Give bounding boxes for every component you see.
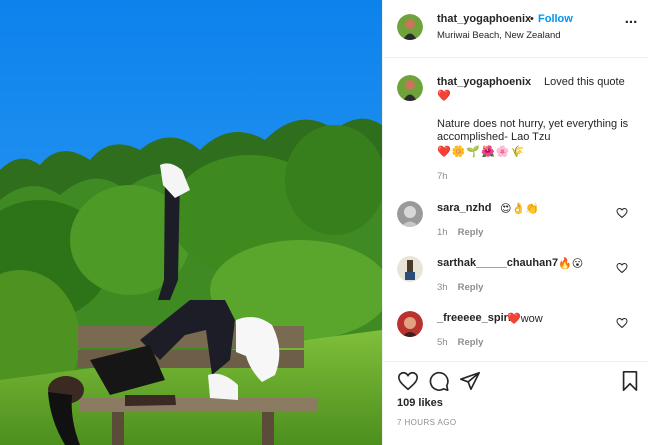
comment-text: 😍👌👏: [500, 203, 539, 215]
bookmark-icon[interactable]: [619, 370, 641, 392]
comment-time[interactable]: 3h: [437, 282, 448, 293]
reply-button[interactable]: Reply: [458, 282, 484, 293]
comment-time[interactable]: 5h: [437, 337, 448, 348]
post-header: that_yogaphoenix • Follow Muriwai Beach,…: [383, 0, 648, 58]
post-photo[interactable]: [0, 0, 382, 445]
comment-like-heart-icon[interactable]: [616, 317, 628, 329]
yoga-photo-image: [0, 0, 382, 445]
comment-username[interactable]: sara_nzhd: [437, 202, 491, 214]
comment-like-heart-icon[interactable]: [616, 262, 628, 274]
comment-username[interactable]: _freeeee_spirit: [437, 312, 515, 324]
more-options-icon[interactable]: ...: [623, 11, 639, 30]
comment-text: ❤️wow: [507, 313, 543, 325]
caption-quote-text: Nature does not hurry, yet everything is…: [437, 118, 629, 143]
caption-emojis: ❤️🌼🌱🌺🌸🌾: [437, 146, 526, 158]
caption-heart-emoji: ❤️: [437, 90, 451, 102]
caption-author-avatar[interactable]: [397, 75, 423, 101]
post-timestamp[interactable]: 7 HOURS AGO: [397, 418, 457, 427]
comment-meta: 1h Reply: [437, 227, 483, 238]
comment-text: 🔥😮: [558, 258, 584, 270]
follow-button[interactable]: Follow: [538, 13, 573, 25]
reply-button[interactable]: Reply: [458, 337, 484, 348]
comment-icon[interactable]: [428, 370, 450, 392]
author-username[interactable]: that_yogaphoenix: [437, 13, 531, 25]
author-avatar[interactable]: [397, 14, 423, 40]
heart-icon[interactable]: [397, 370, 419, 392]
commenter-avatar[interactable]: [397, 256, 423, 282]
post-actions-bar: 109 likes 7 HOURS AGO: [383, 361, 648, 445]
likes-count[interactable]: 109 likes: [397, 397, 443, 409]
follow-separator: •: [530, 13, 534, 25]
post-side-panel: that_yogaphoenix • Follow Muriwai Beach,…: [382, 0, 648, 445]
comment-meta: 5h Reply: [437, 337, 483, 348]
reply-button[interactable]: Reply: [458, 227, 484, 238]
location-link[interactable]: Muriwai Beach, New Zealand: [437, 30, 561, 41]
comment-like-heart-icon[interactable]: [616, 207, 628, 219]
comment-meta: 3h Reply: [437, 282, 483, 293]
caption-timestamp[interactable]: 7h: [437, 171, 448, 182]
commenter-avatar[interactable]: [397, 201, 423, 227]
commenter-avatar[interactable]: [397, 311, 423, 337]
share-icon[interactable]: [459, 370, 481, 392]
caption-intro-text: Loved this quote: [544, 76, 625, 88]
comment-time[interactable]: 1h: [437, 227, 448, 238]
comment-username[interactable]: sarthak_____chauhan7: [437, 257, 558, 269]
caption-username[interactable]: that_yogaphoenix: [437, 76, 531, 88]
post-viewer: that_yogaphoenix • Follow Muriwai Beach,…: [0, 0, 648, 445]
